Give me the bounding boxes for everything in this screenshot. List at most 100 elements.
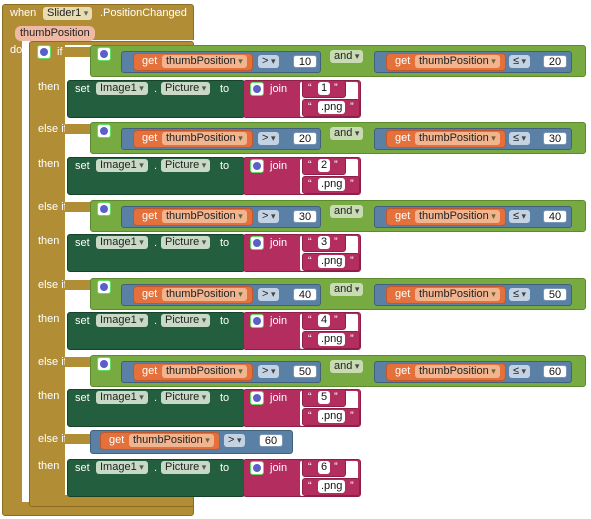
- variable-dropdown[interactable]: thumbPosition: [162, 132, 247, 145]
- operator-dropdown[interactable]: >: [258, 132, 280, 145]
- mutator-gear-icon[interactable]: [97, 280, 111, 294]
- text-value[interactable]: 5: [318, 391, 331, 404]
- get-label: get: [142, 210, 158, 222]
- property-dropdown[interactable]: Picture: [161, 236, 211, 249]
- property-dropdown[interactable]: Picture: [161, 159, 211, 172]
- variable-dropdown[interactable]: thumbPosition: [129, 434, 214, 447]
- property-dropdown[interactable]: Picture: [161, 391, 211, 404]
- mutator-gear-icon[interactable]: [250, 159, 264, 173]
- number-field[interactable]: 50: [543, 288, 567, 301]
- dot-label: .: [154, 315, 158, 327]
- then-label: then: [38, 158, 60, 170]
- component-dropdown[interactable]: Image1: [96, 159, 148, 172]
- join-label: join: [270, 315, 288, 327]
- number-field[interactable]: 20: [293, 132, 317, 145]
- and-dropdown[interactable]: and: [330, 127, 364, 140]
- mutator-gear-icon[interactable]: [37, 45, 51, 59]
- variable-dropdown[interactable]: thumbPosition: [415, 210, 500, 223]
- property-dropdown[interactable]: Picture: [161, 461, 211, 474]
- mutator-gear-icon[interactable]: [250, 461, 264, 475]
- number-field[interactable]: 40: [293, 288, 317, 301]
- quote-open: “: [308, 178, 312, 190]
- operator-dropdown[interactable]: >: [258, 365, 280, 378]
- set-label: set: [75, 392, 90, 404]
- variable-dropdown[interactable]: thumbPosition: [415, 55, 500, 68]
- component-dropdown[interactable]: Image1: [96, 314, 148, 327]
- branch-label: else if: [38, 279, 67, 291]
- to-label: to: [220, 83, 230, 95]
- mutator-gear-icon[interactable]: [97, 357, 111, 371]
- text-value[interactable]: 6: [318, 461, 331, 474]
- variable-dropdown[interactable]: thumbPosition: [415, 288, 500, 301]
- and-dropdown[interactable]: and: [330, 360, 364, 373]
- mutator-gear-icon[interactable]: [250, 236, 264, 250]
- quote-open: “: [308, 333, 312, 345]
- text-value[interactable]: .png: [318, 255, 346, 268]
- variable-dropdown[interactable]: thumbPosition: [162, 55, 247, 68]
- operator-dropdown[interactable]: >: [258, 55, 280, 68]
- text-value[interactable]: .png: [318, 101, 346, 114]
- text-value[interactable]: 3: [318, 236, 331, 249]
- get-label: get: [142, 55, 158, 67]
- then-label: then: [38, 460, 60, 472]
- variable-dropdown[interactable]: thumbPosition: [162, 365, 247, 378]
- mutator-gear-icon[interactable]: [97, 202, 111, 216]
- mutator-gear-icon[interactable]: [97, 47, 111, 61]
- text-value[interactable]: .png: [318, 178, 346, 191]
- param-thumbposition[interactable]: thumbPosition: [15, 26, 95, 41]
- mutator-gear-icon[interactable]: [250, 82, 264, 96]
- quote-close: ”: [334, 82, 338, 94]
- variable-dropdown[interactable]: thumbPosition: [415, 365, 500, 378]
- number-field[interactable]: 60: [259, 434, 283, 447]
- operator-dropdown[interactable]: ≤: [509, 55, 531, 68]
- operator-dropdown[interactable]: >: [258, 210, 280, 223]
- quote-open: “: [308, 255, 312, 267]
- text-value[interactable]: .png: [318, 410, 346, 423]
- number-field[interactable]: 20: [543, 55, 567, 68]
- branch-label: if: [57, 46, 63, 58]
- operator-dropdown[interactable]: >: [224, 434, 246, 447]
- operator-dropdown[interactable]: ≤: [509, 365, 531, 378]
- and-dropdown[interactable]: and: [330, 283, 364, 296]
- quote-open: “: [308, 236, 312, 248]
- quote-open: “: [308, 82, 312, 94]
- number-field[interactable]: 30: [543, 132, 567, 145]
- get-label: get: [395, 132, 411, 144]
- get-label: get: [142, 365, 158, 377]
- number-field[interactable]: 10: [293, 55, 317, 68]
- property-dropdown[interactable]: Picture: [161, 82, 211, 95]
- component-dropdown[interactable]: Slider1: [43, 7, 93, 20]
- mutator-gear-icon[interactable]: [250, 314, 264, 328]
- component-dropdown[interactable]: Image1: [96, 461, 148, 474]
- dot-label: .: [154, 160, 158, 172]
- when-label: when: [10, 7, 37, 19]
- variable-dropdown[interactable]: thumbPosition: [415, 132, 500, 145]
- number-field[interactable]: 50: [293, 365, 317, 378]
- operator-dropdown[interactable]: ≤: [509, 210, 531, 223]
- number-field[interactable]: 40: [543, 210, 567, 223]
- text-value[interactable]: .png: [318, 333, 346, 346]
- and-dropdown[interactable]: and: [330, 205, 364, 218]
- and-dropdown[interactable]: and: [330, 50, 364, 63]
- property-dropdown[interactable]: Picture: [161, 314, 211, 327]
- text-value[interactable]: .png: [318, 480, 346, 493]
- component-dropdown[interactable]: Image1: [96, 236, 148, 249]
- number-field[interactable]: 30: [293, 210, 317, 223]
- component-dropdown[interactable]: Image1: [96, 82, 148, 95]
- number-field[interactable]: 60: [543, 365, 567, 378]
- component-dropdown[interactable]: Image1: [96, 391, 148, 404]
- operator-dropdown[interactable]: ≤: [509, 132, 531, 145]
- variable-dropdown[interactable]: thumbPosition: [162, 210, 247, 223]
- operator-dropdown[interactable]: ≤: [509, 288, 531, 301]
- to-label: to: [220, 315, 230, 327]
- operator-dropdown[interactable]: >: [258, 288, 280, 301]
- join-label: join: [270, 237, 288, 249]
- quote-open: “: [308, 461, 312, 473]
- text-value[interactable]: 1: [318, 82, 331, 95]
- mutator-gear-icon[interactable]: [250, 391, 264, 405]
- quote-open: “: [308, 410, 312, 422]
- mutator-gear-icon[interactable]: [97, 124, 111, 138]
- text-value[interactable]: 4: [318, 314, 331, 327]
- text-value[interactable]: 2: [318, 159, 331, 172]
- variable-dropdown[interactable]: thumbPosition: [162, 288, 247, 301]
